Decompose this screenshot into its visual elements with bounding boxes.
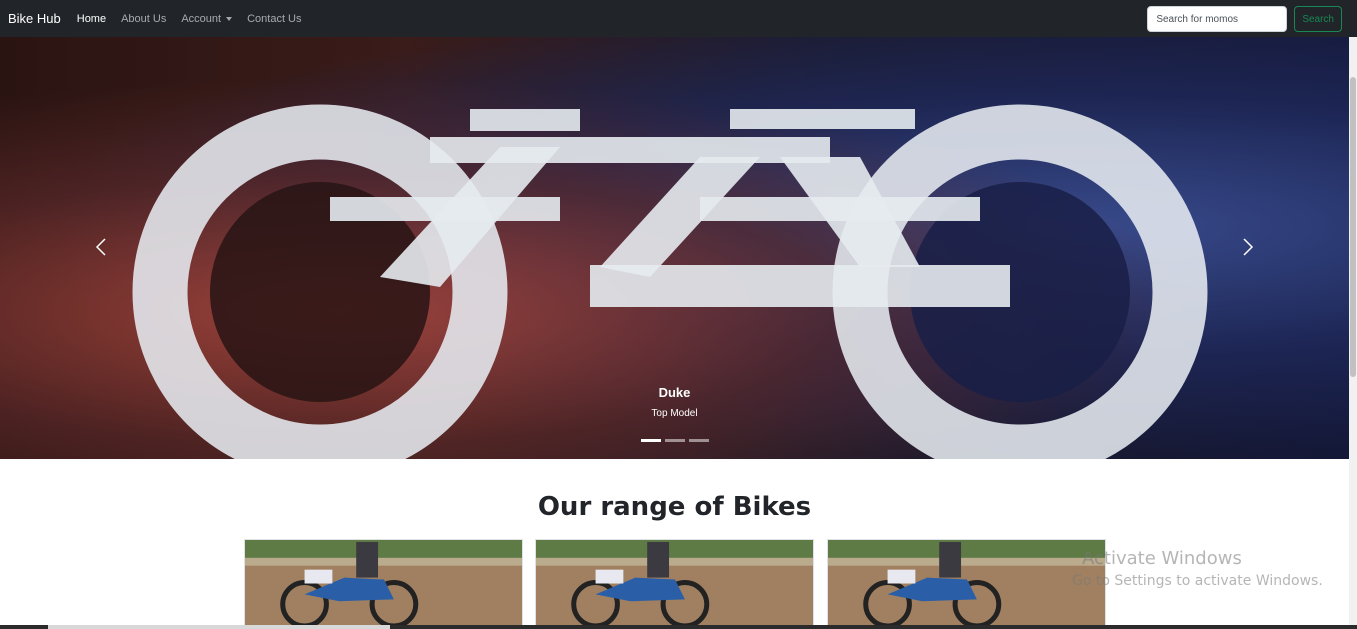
scrollbar-thumb[interactable] (1350, 77, 1356, 377)
bike-card[interactable] (827, 539, 1106, 629)
bike-card[interactable] (535, 539, 814, 629)
navbar: Bike Hub Home About Us Account Contact U… (0, 0, 1357, 37)
dirt-bike-photo (245, 540, 522, 629)
section-title: Our range of Bikes (537, 492, 812, 522)
activate-windows-watermark-text: Go to Settings to activate Windows. (1072, 573, 1323, 589)
dirt-bike-photo (536, 540, 813, 629)
carousel-caption-text: Top Model (651, 408, 698, 419)
chevron-left-icon[interactable] (92, 237, 112, 257)
horizontal-scrollbar-thumb[interactable] (48, 625, 390, 629)
nav-link-about-us[interactable]: About Us (121, 13, 166, 25)
nav-link-home[interactable]: Home (77, 13, 106, 25)
hero-carousel: Duke Top Model (0, 37, 1349, 459)
carousel-indicator-3[interactable] (689, 439, 709, 442)
nav-link-contact-us[interactable]: Contact Us (247, 13, 301, 25)
search-form: Search (1147, 6, 1342, 32)
search-button[interactable]: Search (1294, 6, 1342, 32)
dirt-bike-photo (828, 540, 1105, 629)
nav-link-account[interactable]: Account (181, 12, 233, 25)
carousel-indicators (641, 439, 709, 442)
activate-windows-watermark-title: Activate Windows (1082, 548, 1242, 569)
search-input[interactable] (1147, 6, 1288, 32)
brand-logo[interactable]: Bike Hub (8, 11, 61, 26)
nav-link-account-label: Account (181, 12, 222, 25)
carousel-indicator-2[interactable] (665, 439, 685, 442)
bike-card[interactable] (244, 539, 523, 629)
carousel-caption-title: Duke (658, 385, 691, 400)
chevron-right-icon[interactable] (1237, 237, 1257, 257)
caret-down-icon (226, 16, 233, 21)
page-scrollbar[interactable] (1349, 37, 1357, 629)
carousel-indicator-1[interactable] (641, 439, 661, 442)
